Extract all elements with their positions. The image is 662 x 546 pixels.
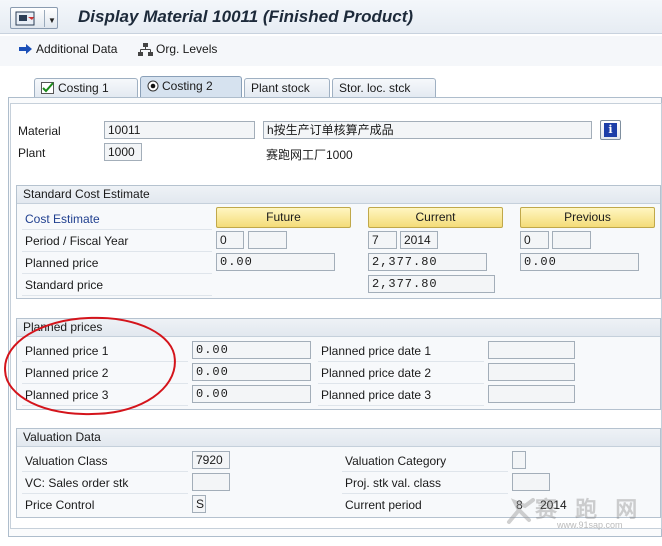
future-button[interactable]: Future — [216, 207, 351, 228]
current-period-label: Current period — [345, 498, 422, 512]
radio-selected-icon — [147, 80, 159, 92]
cost-estimate-label: Cost Estimate — [25, 212, 100, 226]
price-control-label: Price Control — [25, 498, 95, 512]
system-menu-button[interactable]: ▼ — [10, 7, 58, 29]
info-button[interactable]: i — [600, 120, 621, 140]
plant-label: Plant — [18, 146, 46, 160]
plant-field[interactable]: 1000 — [104, 143, 142, 161]
planned-price-date-1-label: Planned price date 1 — [321, 344, 432, 358]
planned-price-date-1-field[interactable] — [488, 341, 575, 359]
valuation-category-label: Valuation Category — [345, 454, 447, 468]
window-title: Display Material 10011 (Finished Product… — [78, 7, 414, 26]
title-bar: ▼ Display Material 10011 (Finished Produ… — [0, 0, 662, 34]
planned-price-date-2-label: Planned price date 2 — [321, 366, 432, 380]
current-period-year: 2014 — [540, 498, 567, 512]
application-toolbar: Additional Data Org. Levels — [0, 36, 662, 66]
dropdown-arrow-icon: ▼ — [48, 16, 56, 25]
tab-strip: Costing 1 Costing 2 Plant stock Stor. lo… — [0, 76, 662, 98]
valuation-category-field[interactable] — [512, 451, 526, 469]
additional-data-label: Additional Data — [36, 42, 118, 56]
material-description-field[interactable]: h按生产订单核算产成品 — [263, 121, 592, 139]
previous-planned-price-field[interactable]: 0.00 — [520, 253, 639, 271]
future-planned-price-field[interactable]: 0.00 — [216, 253, 335, 271]
current-button[interactable]: Current — [368, 207, 503, 228]
period-fiscal-year-label: Period / Fiscal Year — [25, 234, 129, 248]
additional-data-button[interactable]: Additional Data — [18, 42, 117, 56]
valuation-class-field[interactable]: 7920 — [192, 451, 230, 469]
previous-period-field[interactable]: 0 — [520, 231, 549, 249]
price-control-field[interactable]: S — [192, 495, 206, 513]
planned-price-3-field[interactable]: 0.00 — [192, 385, 311, 403]
material-field[interactable]: 10011 — [104, 121, 255, 139]
vc-sales-order-stk-field[interactable] — [192, 473, 230, 491]
arrow-right-icon — [19, 44, 32, 54]
material-label: Material — [18, 124, 61, 138]
planned-price-2-field[interactable]: 0.00 — [192, 363, 311, 381]
planned-price-date-3-field[interactable] — [488, 385, 575, 403]
org-levels-label: Org. Levels — [156, 42, 218, 56]
current-period-field[interactable]: 7 — [368, 231, 397, 249]
current-standard-price-field[interactable]: 2,377.80 — [368, 275, 495, 293]
planned-price-1-label: Planned price 1 — [25, 344, 109, 358]
previous-button[interactable]: Previous — [520, 207, 655, 228]
checkmark-icon — [41, 82, 54, 94]
tab-stor-loc-stck[interactable]: Stor. loc. stck — [332, 78, 436, 98]
current-year-field[interactable]: 2014 — [400, 231, 438, 249]
planned-price-date-2-field[interactable] — [488, 363, 575, 381]
planned-price-1-field[interactable]: 0.00 — [192, 341, 311, 359]
future-year-field[interactable] — [248, 231, 287, 249]
valuation-data-title: Valuation Data — [17, 429, 660, 447]
planned-price-date-3-label: Planned price date 3 — [321, 388, 432, 402]
current-planned-price-field[interactable]: 2,377.80 — [368, 253, 487, 271]
proj-stk-val-class-label: Proj. stk val. class — [345, 476, 442, 490]
menu-icon — [15, 11, 35, 26]
plant-description: 赛跑网工厂1000 — [266, 148, 353, 162]
standard-cost-estimate-title: Standard Cost Estimate — [17, 186, 660, 204]
valuation-class-label: Valuation Class — [25, 454, 108, 468]
proj-stk-val-class-field[interactable] — [512, 473, 550, 491]
planned-prices-title: Planned prices — [17, 319, 660, 337]
previous-year-field[interactable] — [552, 231, 591, 249]
tab-plant-stock[interactable]: Plant stock — [244, 78, 330, 98]
tab-costing-1[interactable]: Costing 1 — [34, 78, 138, 98]
current-period-value: 8 — [516, 498, 523, 512]
tab-costing-2[interactable]: Costing 2 — [140, 76, 242, 98]
info-icon: i — [604, 123, 617, 137]
org-structure-icon — [138, 42, 153, 56]
planned-price-label: Planned price — [25, 256, 99, 270]
planned-price-3-label: Planned price 3 — [25, 388, 109, 402]
future-period-field[interactable]: 0 — [216, 231, 244, 249]
vc-sales-order-stk-label: VC: Sales order stk — [25, 476, 129, 490]
planned-price-2-label: Planned price 2 — [25, 366, 109, 380]
org-levels-button[interactable]: Org. Levels — [138, 42, 217, 56]
standard-price-label: Standard price — [25, 278, 104, 292]
